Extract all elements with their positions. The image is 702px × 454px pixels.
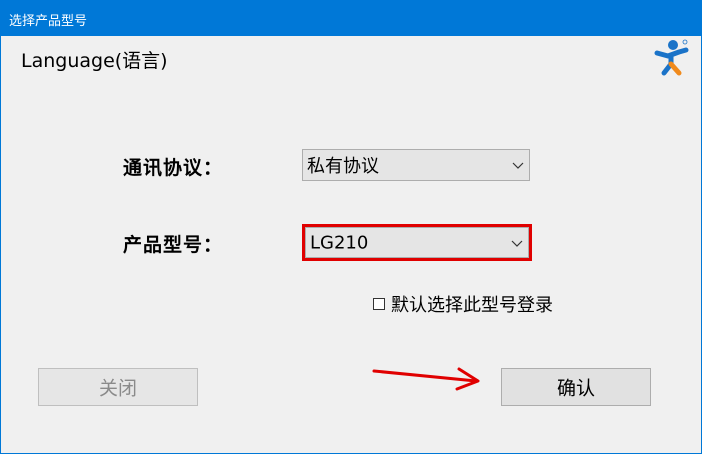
confirm-button[interactable]: 确认 <box>501 368 651 406</box>
remember-model-checkbox[interactable]: 默认选择此型号登录 <box>373 291 553 316</box>
checkbox-box[interactable] <box>373 298 385 310</box>
close-button-label: 关闭 <box>98 377 137 400</box>
running-person-logo-icon <box>654 39 689 76</box>
protocol-label: 通讯协议： <box>123 157 224 179</box>
window-title: 选择产品型号 <box>9 14 88 29</box>
annotation-highlight-box <box>302 224 532 261</box>
close-button[interactable]: 关闭 <box>38 368 198 406</box>
title-bar: 选择产品型号 <box>1 1 701 36</box>
model-label: 产品型号： <box>123 234 224 256</box>
dialog-window: 选择产品型号 Language(语言) 通讯协议： 私有协议 产品型号： LG2… <box>0 0 702 454</box>
language-link[interactable]: Language(语言) <box>21 46 168 73</box>
confirm-button-label: 确认 <box>556 377 595 400</box>
protocol-select-value: 私有协议 <box>307 156 379 177</box>
protocol-select[interactable]: 私有协议 <box>302 149 530 181</box>
red-arrow-icon <box>372 367 480 391</box>
remember-model-label: 默认选择此型号登录 <box>391 295 553 316</box>
chevron-down-icon <box>512 162 524 169</box>
